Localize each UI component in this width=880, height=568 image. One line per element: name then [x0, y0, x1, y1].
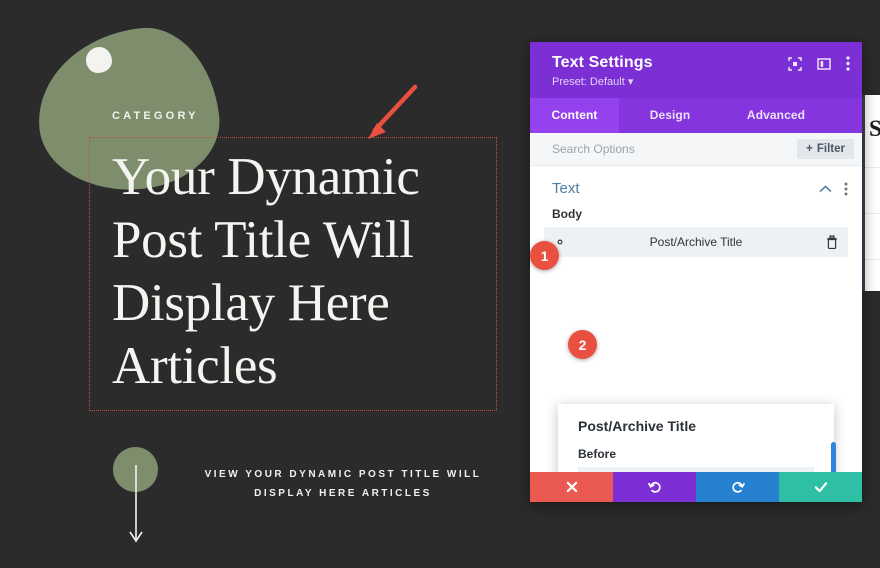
- body-field-label: Body: [552, 207, 582, 221]
- callout-badge-1: 1: [530, 241, 559, 270]
- layout-columns-icon[interactable]: [817, 57, 831, 71]
- panel-preset-selector[interactable]: Preset: Default ▾: [552, 75, 848, 88]
- focus-icon[interactable]: [788, 56, 802, 71]
- search-input[interactable]: Search Options: [552, 142, 635, 156]
- text-section-controls: [819, 182, 848, 196]
- text-section-title: Text: [552, 180, 580, 197]
- panel-action-bar: [530, 472, 862, 502]
- text-settings-panel: Text Settings Preset: Default ▾ Content …: [530, 42, 862, 502]
- peek-letter: S: [869, 116, 880, 141]
- chevron-down-icon: ▾: [627, 76, 634, 88]
- panel-header-icons: [788, 56, 850, 71]
- check-icon: [814, 482, 827, 493]
- panel-redo-button[interactable]: [696, 472, 779, 502]
- screenshot-root: CATEGORY Your Dynamic Post Title Will Di…: [0, 0, 880, 568]
- callout-badge-2: 2: [568, 330, 597, 359]
- tab-content[interactable]: Content: [530, 98, 619, 133]
- trash-icon[interactable]: [826, 235, 838, 249]
- filter-button[interactable]: + Filter: [797, 139, 854, 159]
- search-options-bar: Search Options + Filter: [530, 133, 862, 166]
- kebab-menu-icon[interactable]: [844, 182, 848, 196]
- redo-icon: [731, 481, 745, 493]
- category-label: CATEGORY: [112, 110, 199, 122]
- down-arrow-icon: [129, 465, 143, 543]
- panel-tabs: Content Design Advanced: [530, 98, 862, 133]
- text-section-header[interactable]: Text: [530, 166, 862, 207]
- dynamic-content-value: Post/Archive Title: [649, 235, 743, 249]
- kebab-menu-icon[interactable]: [846, 56, 850, 71]
- before-input[interactable]: <h1>: [578, 467, 814, 472]
- panel-body: Text Body Post/Archive Title Post/Archiv…: [530, 166, 862, 472]
- dynamic-modal-heading: Post/Archive Title: [578, 418, 697, 434]
- right-side-peek-panel: S: [862, 95, 880, 291]
- dynamic-post-title[interactable]: Your Dynamic Post Title Will Display Her…: [112, 146, 502, 398]
- close-icon: [566, 481, 577, 493]
- peek-divider: [865, 213, 880, 214]
- tab-design[interactable]: Design: [619, 98, 721, 133]
- peek-divider: [865, 167, 880, 168]
- tab-advanced[interactable]: Advanced: [721, 98, 831, 133]
- chevron-up-icon[interactable]: [819, 184, 832, 193]
- undo-icon: [647, 481, 661, 493]
- dynamic-content-modal: Post/Archive Title Before <h1> After Art…: [558, 404, 834, 472]
- dynamic-content-row[interactable]: Post/Archive Title: [544, 227, 848, 257]
- before-field-label: Before: [578, 447, 617, 461]
- panel-header: Text Settings Preset: Default ▾: [530, 42, 862, 98]
- panel-scrollbar[interactable]: [831, 442, 836, 472]
- panel-cancel-button[interactable]: [530, 472, 613, 502]
- panel-undo-button[interactable]: [613, 472, 696, 502]
- cta-label[interactable]: VIEW YOUR DYNAMIC POST TITLE WILL DISPLA…: [178, 465, 508, 503]
- panel-preset-label: Preset: Default: [552, 76, 625, 88]
- peek-divider: [865, 259, 880, 260]
- panel-save-button[interactable]: [779, 472, 862, 502]
- filter-button-label: Filter: [816, 143, 845, 155]
- white-dot-shape: [86, 47, 112, 73]
- plus-icon: +: [806, 143, 813, 155]
- annotation-arrow-icon: [368, 84, 418, 139]
